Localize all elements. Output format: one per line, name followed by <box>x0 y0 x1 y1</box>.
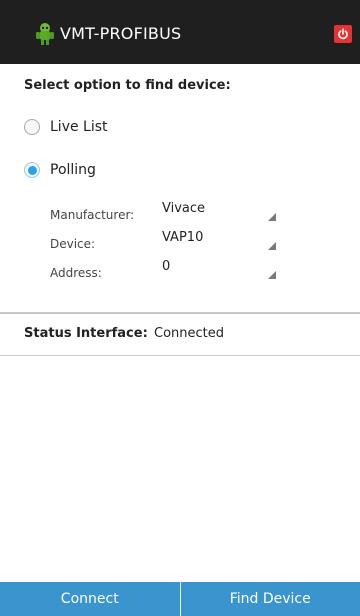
radio-label-polling: Polling <box>50 162 96 178</box>
manufacturer-label: Manufacturer: <box>50 208 135 222</box>
manufacturer-spinner[interactable]: Vivace <box>160 201 278 223</box>
robot-logo-icon <box>34 22 56 46</box>
address-value: 0 <box>162 259 171 274</box>
radio-polling[interactable]: Polling <box>24 160 96 180</box>
bottom-action-bar: Connect Find Device <box>0 582 360 616</box>
dropdown-arrow-icon <box>268 242 276 250</box>
dropdown-arrow-icon <box>268 213 276 221</box>
device-spinner[interactable]: VAP10 <box>160 230 278 252</box>
find-option-prompt: Select option to find device: <box>24 78 231 93</box>
dropdown-arrow-icon <box>268 271 276 279</box>
radio-label-live-list: Live List <box>50 119 108 135</box>
manufacturer-value: Vivace <box>162 201 206 216</box>
section-divider <box>0 355 360 356</box>
title-bar: VMT-PROFIBUS <box>0 0 360 64</box>
radio-live-list[interactable]: Live List <box>24 117 108 137</box>
section-divider <box>0 312 360 314</box>
status-interface-label: Status Interface: <box>24 326 148 341</box>
address-spinner[interactable]: 0 <box>160 259 278 281</box>
power-button[interactable] <box>334 25 352 43</box>
device-label: Device: <box>50 237 96 251</box>
app-title: VMT-PROFIBUS <box>60 24 182 43</box>
radio-button-checked[interactable] <box>24 162 40 178</box>
connect-button[interactable]: Connect <box>0 582 180 616</box>
device-value: VAP10 <box>162 230 204 245</box>
radio-dot <box>27 165 37 175</box>
app-screen: VMT-PROFIBUS Select option to find devic… <box>0 0 360 616</box>
radio-button-unchecked[interactable] <box>24 119 40 135</box>
status-interface-value: Connected <box>154 326 225 341</box>
power-icon <box>337 25 349 44</box>
address-label: Address: <box>50 266 102 280</box>
find-device-button[interactable]: Find Device <box>180 582 360 616</box>
